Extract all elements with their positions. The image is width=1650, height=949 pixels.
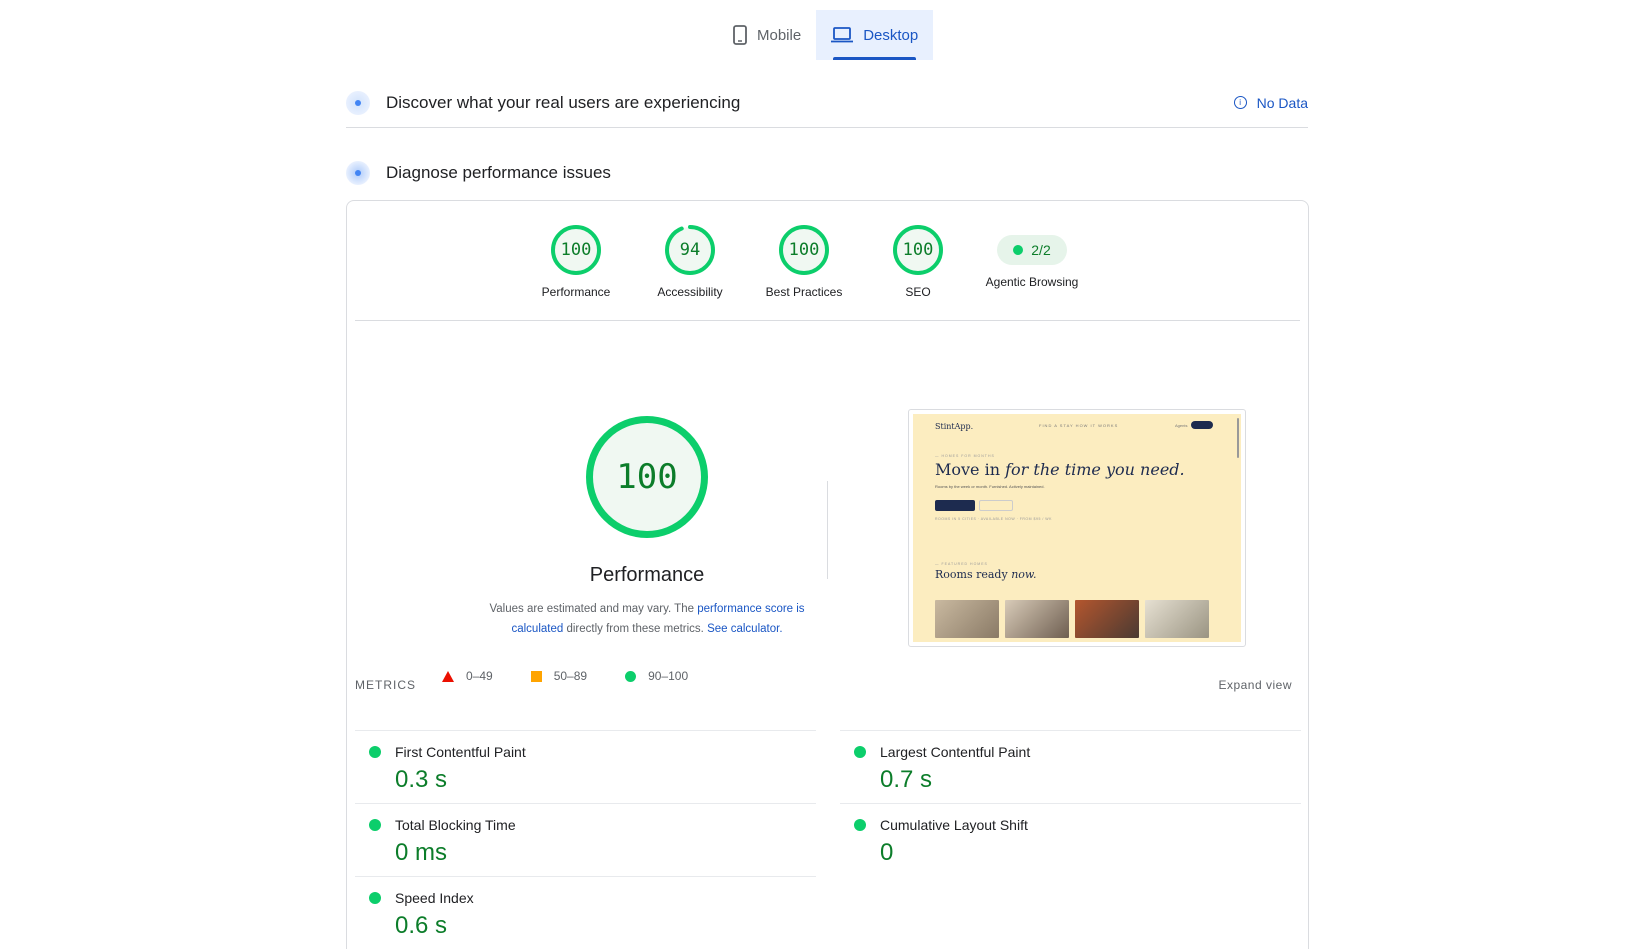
room-image: [1075, 600, 1139, 638]
tab-mobile-label: Mobile: [757, 26, 802, 44]
diagnose-icon: [346, 161, 370, 185]
metric-value: 0 ms: [395, 839, 448, 866]
performance-big-score: 100: [616, 457, 678, 497]
phone-icon: [733, 25, 747, 45]
gauge-score: 100: [788, 240, 820, 260]
pass-dot-icon: [369, 892, 381, 904]
screenshot-kicker2: — FEATURED HOMES: [935, 562, 988, 566]
metric-value: 0.6 s: [395, 912, 448, 939]
metrics-right-column: Largest Contentful Paint 0.7 s Cumulative…: [840, 730, 1301, 876]
gauge-score: 100: [560, 240, 592, 260]
laptop-icon: [831, 27, 854, 43]
gauge-accessibility[interactable]: 94 Accessibility: [630, 225, 750, 299]
metric-tbt: Total Blocking Time 0 ms: [355, 803, 816, 876]
gauge-label: Accessibility: [657, 285, 723, 299]
no-data-indicator[interactable]: i No Data: [1233, 94, 1308, 111]
metric-si: Speed Index 0.6 s: [355, 876, 816, 949]
final-screenshot[interactable]: StintApp. FIND A STAY HOW IT WORKS Agent…: [908, 409, 1246, 647]
see-calculator-link[interactable]: See calculator.: [707, 623, 782, 635]
metric-name: Cumulative Layout Shift: [880, 817, 1028, 833]
desc-text: Values are estimated and may vary. The: [489, 603, 698, 615]
screenshot-scrollbar: [1237, 418, 1239, 458]
metric-value: 0: [880, 839, 894, 866]
metric-lcp: Largest Contentful Paint 0.7 s: [840, 730, 1301, 803]
report-card: 100 Performance 94 Accessibility 100 Bes…: [346, 200, 1309, 949]
vertical-divider: [827, 481, 828, 579]
divider: [355, 320, 1300, 321]
screenshot-nav: FIND A STAY HOW IT WORKS: [1039, 423, 1119, 428]
expand-view-button[interactable]: Expand view: [1218, 678, 1292, 692]
headline2-italic: now.: [1011, 568, 1037, 581]
screenshot-logo: StintApp.: [935, 422, 974, 431]
screenshot-cta-secondary: [979, 500, 1013, 511]
room-image: [1005, 600, 1069, 638]
metrics-heading: METRICS: [355, 678, 416, 692]
lab-data-title: Diagnose performance issues: [386, 163, 611, 182]
tab-mobile[interactable]: Mobile: [718, 10, 816, 60]
pass-dot-icon: [1013, 245, 1024, 255]
metrics-left-column: First Contentful Paint 0.3 s Total Blocki…: [355, 730, 816, 949]
pass-dot-icon: [854, 819, 866, 831]
metric-fcp: First Contentful Paint 0.3 s: [355, 730, 816, 803]
metric-value: 0.7 s: [880, 766, 933, 793]
field-data-title: Discover what your real users are experi…: [386, 92, 741, 112]
screenshot-nav-right: Agents: [1175, 423, 1188, 428]
performance-title: Performance: [589, 564, 705, 586]
screenshot-cta-primary: [935, 500, 975, 511]
metrics-header: METRICS Expand view: [355, 678, 1292, 692]
metric-name: First Contentful Paint: [395, 744, 526, 760]
headline-plain: Move in: [935, 460, 1006, 479]
metric-name: Largest Contentful Paint: [880, 744, 1031, 760]
headline-italic: for the time you need.: [1005, 460, 1185, 479]
gauge-performance[interactable]: 100 Performance: [516, 225, 636, 299]
agentic-score: 2/2: [1031, 242, 1051, 258]
gauge-score: 94: [679, 240, 701, 260]
screenshot-meta: ROOMS IN 5 CITIES · AVAILABLE NOW · FROM…: [935, 517, 1052, 521]
room-image: [935, 600, 999, 638]
pass-dot-icon: [369, 746, 381, 758]
gauge-label: SEO: [905, 285, 931, 299]
gauge-label: Best Practices: [765, 285, 843, 299]
pass-dot-icon: [369, 819, 381, 831]
lab-data-header: Diagnose performance issues: [346, 154, 1308, 192]
metric-cls: Cumulative Layout Shift 0: [840, 803, 1301, 876]
category-gauges: 100 Performance 94 Accessibility 100 Bes…: [347, 201, 1308, 321]
field-data-icon: [346, 90, 370, 115]
room-image: [1145, 600, 1209, 638]
screenshot-room-images: [935, 600, 1209, 638]
performance-description: Values are estimated and may vary. The p…: [467, 599, 827, 639]
metric-value: 0.3 s: [395, 766, 448, 793]
agentic-pill: 2/2: [997, 235, 1067, 265]
field-data-header[interactable]: Discover what your real users are experi…: [346, 78, 1308, 128]
gauge-label: Performance: [541, 285, 611, 299]
screenshot-button: [1191, 421, 1213, 429]
performance-big-gauge: 100: [586, 416, 708, 538]
screenshot-sub: Rooms by the week or month. Furnished. A…: [935, 484, 1045, 489]
metric-name: Total Blocking Time: [395, 817, 516, 833]
gauge-label: Agentic Browsing: [985, 275, 1079, 289]
gauge-score: 100: [902, 240, 934, 260]
headline2-plain: Rooms ready: [935, 568, 1012, 581]
pass-dot-icon: [854, 746, 866, 758]
screenshot-kicker: — HOMES FOR MONTHS: [935, 454, 995, 458]
desc-text: directly from these metrics.: [563, 623, 708, 635]
tab-desktop-label: Desktop: [863, 26, 919, 44]
device-tabs: Mobile Desktop: [0, 10, 1650, 60]
performance-summary: 100 Performance Values are estimated and…: [467, 416, 827, 639]
gauge-agentic-browsing[interactable]: 2/2 Agentic Browsing: [962, 225, 1102, 289]
gauge-seo[interactable]: 100 SEO: [858, 225, 978, 299]
tab-desktop[interactable]: Desktop: [816, 10, 934, 60]
metric-name: Speed Index: [395, 890, 474, 906]
no-data-label: No Data: [1256, 94, 1308, 111]
screenshot-headline: Move in for the time you need.: [935, 460, 1185, 479]
info-icon: i: [1233, 96, 1247, 109]
screenshot-headline2: Rooms ready now.: [935, 568, 1037, 581]
gauge-best-practices[interactable]: 100 Best Practices: [744, 225, 864, 299]
